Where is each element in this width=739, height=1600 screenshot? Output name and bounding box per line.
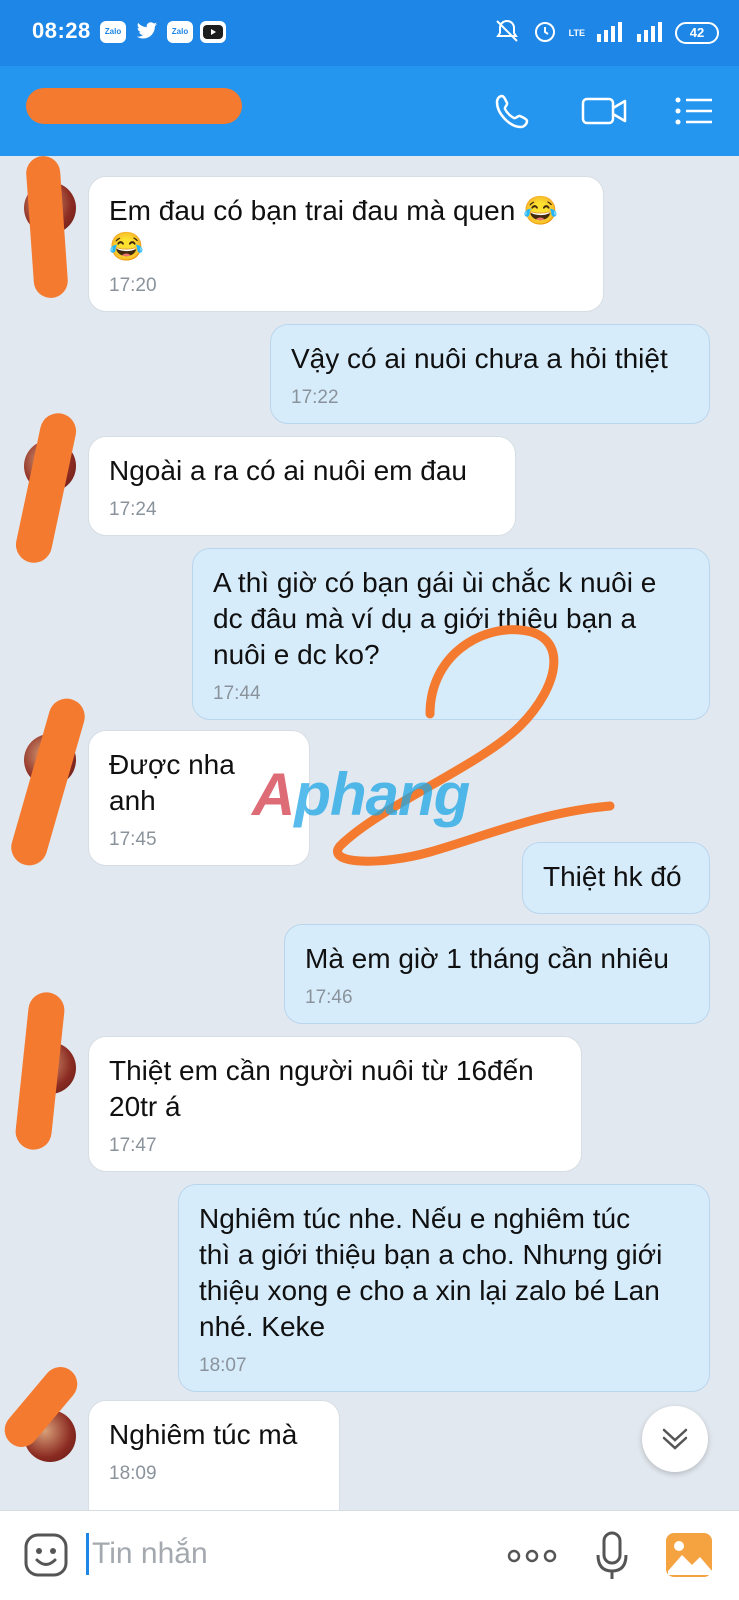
message-bubble-sent[interactable]: Nghiêm túc nhe. Nếu e nghiêm túc thì a g… [178, 1184, 710, 1392]
text-cursor [86, 1533, 89, 1575]
emoji-sticker-icon[interactable] [22, 1531, 70, 1584]
watermark-logo: Aphang [252, 761, 470, 828]
zalo-icon: Zalo [100, 21, 126, 43]
message-time: 18:09 [109, 1463, 157, 1484]
message-text: A thì giờ có bạn gái ùi chắc k nuôi e [213, 567, 657, 598]
hand-drawn-2-scribble [333, 625, 615, 866]
message-text: Em đau có bạn trai đau mà quen 😂 [109, 195, 558, 226]
message-text: Nghiêm túc mà [109, 1419, 298, 1450]
status-time: 08:28 [32, 18, 91, 43]
status-right: LTE 42 [493, 16, 719, 50]
message-list[interactable]: Em đau có bạn trai đau mà quen 😂 😂 17:20… [0, 156, 739, 1510]
redaction-scribble [25, 156, 69, 300]
youtube-icon [200, 21, 226, 43]
signal-icon [635, 20, 665, 47]
chat-header [0, 66, 739, 156]
status-bar: 08:28 Zalo Zalo LTE 42 [0, 0, 739, 66]
message-text: Ngoài a ra có ai nuôi em đau [109, 455, 467, 486]
message-text: 20tr á [109, 1091, 181, 1122]
message-time: 17:47 [109, 1135, 157, 1156]
zalo-icon: Zalo [167, 21, 193, 43]
message-text: Mà em giờ 1 tháng cần nhiêu [305, 943, 669, 974]
message-bubble-sent[interactable]: Mà em giờ 1 tháng cần nhiêu 17:46 [284, 924, 710, 1024]
message-input[interactable]: Tin nhắn [92, 1537, 208, 1571]
message-bubble-received[interactable]: Nghiêm túc mà 18:09 [88, 1400, 340, 1510]
signal-icon [595, 20, 625, 47]
message-text: Nghiêm túc nhe. Nếu e nghiêm túc [199, 1203, 631, 1234]
message-text: thiệu xong e cho a xin lại zalo bé Lan [199, 1275, 660, 1306]
message-bubble-received[interactable]: Thiệt em cần người nuôi từ 16đến 20tr á … [88, 1036, 582, 1172]
message-text: thì a giới thiệu bạn a cho. Nhưng giới [199, 1239, 663, 1270]
more-icon[interactable] [506, 1543, 558, 1574]
message-bubble-received[interactable]: Ngoài a ra có ai nuôi em đau 17:24 [88, 436, 516, 536]
message-text: Được nha anh [109, 749, 235, 816]
contact-name-redacted[interactable] [26, 88, 242, 124]
composer-bar: Tin nhắn [0, 1510, 739, 1600]
twitter-icon [134, 21, 160, 43]
message-text: nhé. Keke [199, 1311, 326, 1342]
message-text: Vậy có ai nuôi chưa a hỏi thiệt [291, 343, 668, 374]
message-time: 17:20 [109, 275, 157, 296]
phone-icon[interactable] [492, 90, 534, 137]
video-call-icon[interactable] [580, 90, 628, 137]
chevron-down-icon [662, 1428, 688, 1450]
alarm-icon [531, 17, 559, 50]
message-text: 😂 [109, 231, 144, 262]
menu-icon[interactable] [672, 90, 716, 137]
redaction-scribble [12, 409, 80, 567]
message-text: Thiệt em cần người nuôi từ 16đến [109, 1055, 534, 1086]
message-time: 18:07 [199, 1355, 247, 1376]
message-bubble-received[interactable]: Em đau có bạn trai đau mà quen 😂 😂 17:20 [88, 176, 604, 312]
message-bubble-sent[interactable]: Vậy có ai nuôi chưa a hỏi thiệt 17:22 [270, 324, 710, 424]
battery-indicator: 42 [675, 22, 719, 44]
scroll-down-button[interactable] [642, 1406, 708, 1472]
gallery-icon[interactable] [664, 1531, 714, 1584]
redaction-scribble [6, 694, 90, 870]
microphone-icon[interactable] [594, 1529, 630, 1588]
message-time: 17:22 [291, 387, 339, 408]
message-time: 17:24 [109, 499, 157, 520]
message-time: 17:46 [305, 987, 353, 1008]
message-time: 17:45 [109, 829, 157, 850]
network-type: LTE [568, 28, 585, 38]
mute-icon [493, 17, 521, 50]
